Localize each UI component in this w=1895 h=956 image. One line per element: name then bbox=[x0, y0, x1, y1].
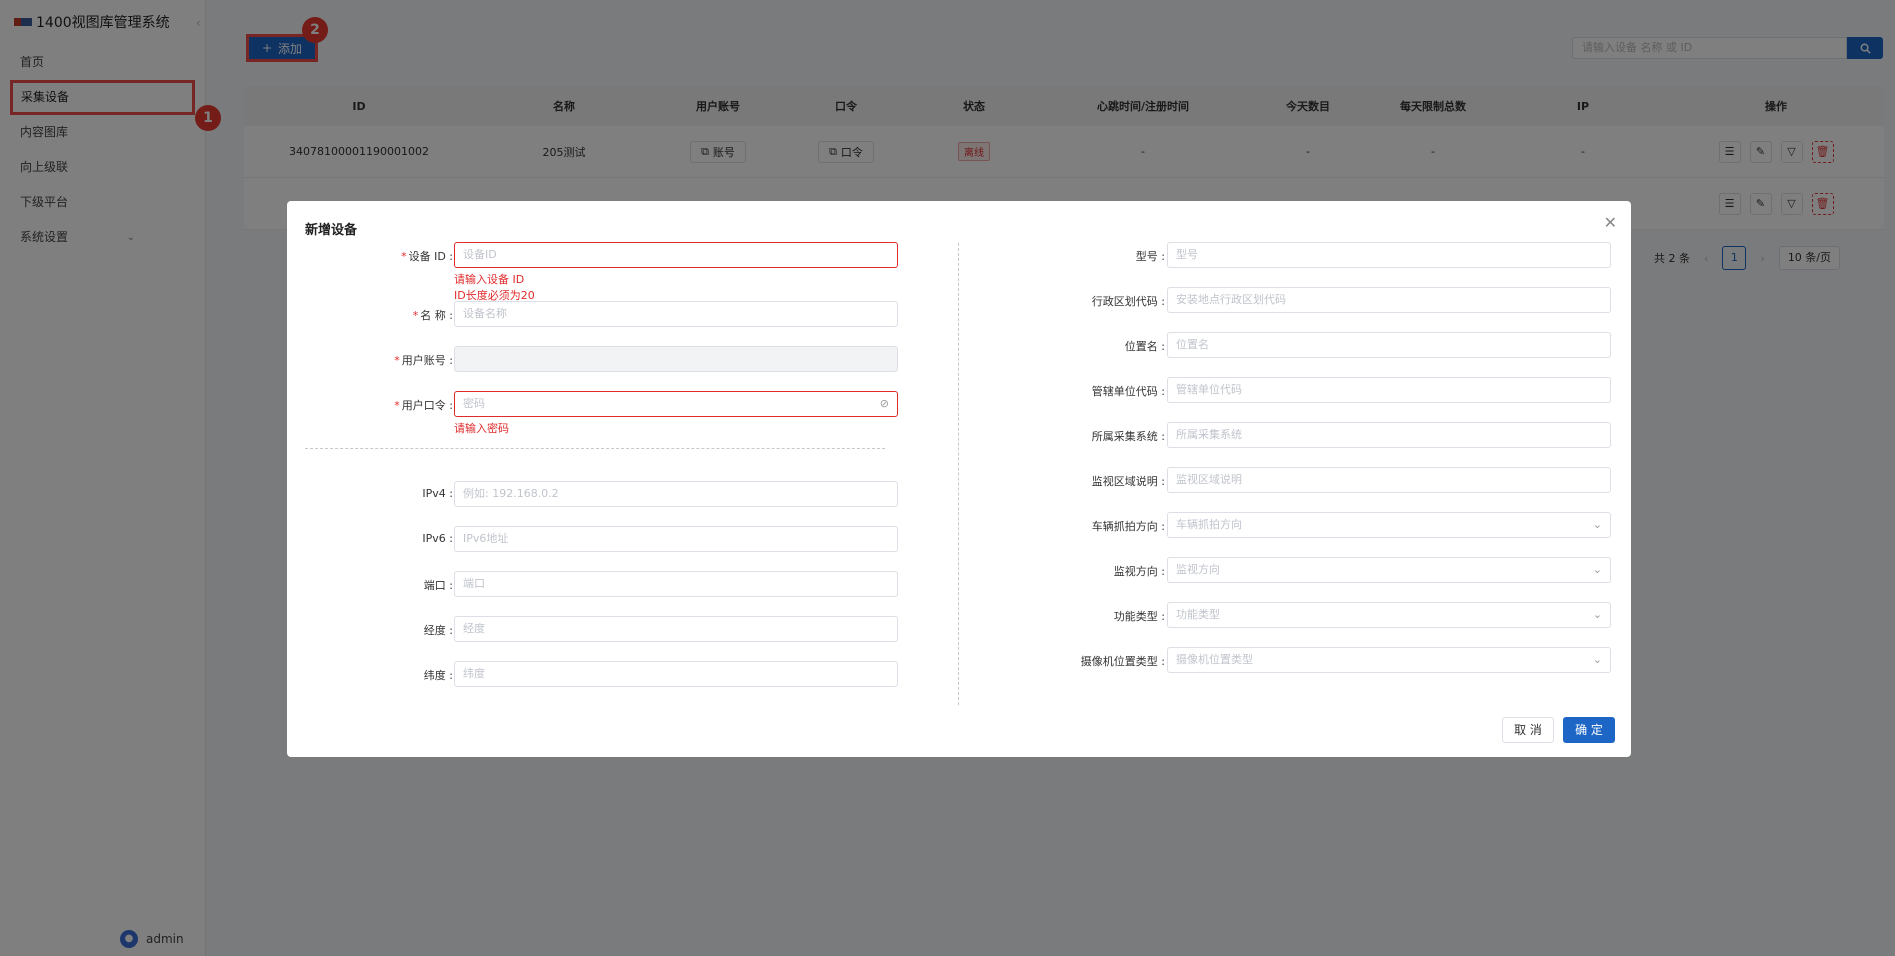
monitor-dir-select[interactable]: 监视方向 ⌄ bbox=[1167, 557, 1611, 583]
system-label: 所属采集系统 : bbox=[1091, 430, 1165, 443]
chevron-down-icon: ⌄ bbox=[1592, 518, 1602, 531]
name-label-text: 名 称 : bbox=[420, 309, 453, 322]
latitude-label: 纬度 : bbox=[423, 669, 453, 682]
position-type-placeholder: 摄像机位置类型 bbox=[1176, 653, 1253, 666]
area-desc-label: 监视区域说明 : bbox=[1091, 475, 1165, 488]
capture-dir-placeholder: 车辆抓拍方向 bbox=[1176, 518, 1242, 531]
port-label: 端口 : bbox=[423, 579, 453, 592]
model-label: 型号 : bbox=[1135, 250, 1165, 263]
longitude-label: 经度 : bbox=[423, 624, 453, 637]
system-input[interactable]: 所属采集系统 bbox=[1167, 422, 1611, 448]
area-desc-input[interactable]: 监视区域说明 bbox=[1167, 467, 1611, 493]
location-input[interactable]: 位置名 bbox=[1167, 332, 1611, 358]
chevron-down-icon: ⌄ bbox=[1592, 653, 1602, 666]
longitude-input[interactable]: 经度 bbox=[454, 616, 898, 642]
device-id-label-text: 设备 ID : bbox=[408, 250, 453, 263]
chevron-down-icon: ⌄ bbox=[1592, 608, 1602, 621]
device-id-error-1: 请输入设备 ID bbox=[454, 273, 525, 286]
model-input[interactable]: 型号 bbox=[1167, 242, 1611, 268]
password-label-text: 用户口令 : bbox=[401, 399, 453, 412]
eye-off-icon[interactable]: ⊘ bbox=[880, 392, 889, 416]
org-code-input[interactable]: 管辖单位代码 bbox=[1167, 377, 1611, 403]
location-label: 位置名 : bbox=[1124, 340, 1165, 353]
device-id-input[interactable]: 设备ID bbox=[454, 242, 898, 268]
ipv6-label: IPv6 : bbox=[422, 532, 453, 545]
confirm-button[interactable]: 确 定 bbox=[1563, 717, 1615, 743]
add-device-dialog: 新增设备 ✕ * 设备 ID : 设备ID 请输入设备 ID ID长度必须为20 … bbox=[287, 201, 1631, 757]
account-label-text: 用户账号 : bbox=[401, 354, 453, 367]
password-input[interactable]: 密码 ⊘ bbox=[454, 391, 898, 417]
password-error: 请输入密码 bbox=[454, 422, 509, 435]
account-input bbox=[454, 346, 898, 372]
device-id-label: * 设备 ID : bbox=[401, 250, 453, 263]
position-type-label: 摄像机位置类型 : bbox=[1080, 655, 1165, 668]
org-code-label: 管辖单位代码 : bbox=[1091, 385, 1165, 398]
func-type-select[interactable]: 功能类型 ⌄ bbox=[1167, 602, 1611, 628]
ipv4-input[interactable]: 例如: 192.168.0.2 bbox=[454, 481, 898, 507]
monitor-dir-label: 监视方向 : bbox=[1113, 565, 1165, 578]
region-code-input[interactable]: 安装地点行政区划代码 bbox=[1167, 287, 1611, 313]
cancel-button[interactable]: 取 消 bbox=[1502, 717, 1554, 743]
latitude-input[interactable]: 纬度 bbox=[454, 661, 898, 687]
password-placeholder: 密码 bbox=[463, 397, 485, 410]
ipv6-input[interactable]: IPv6地址 bbox=[454, 526, 898, 552]
ipv4-label: IPv4 : bbox=[422, 487, 453, 500]
position-type-select[interactable]: 摄像机位置类型 ⌄ bbox=[1167, 647, 1611, 673]
func-type-placeholder: 功能类型 bbox=[1176, 608, 1220, 621]
region-code-label: 行政区划代码 : bbox=[1091, 295, 1165, 308]
password-label: * 用户口令 : bbox=[394, 399, 453, 412]
capture-dir-select[interactable]: 车辆抓拍方向 ⌄ bbox=[1167, 512, 1611, 538]
monitor-dir-placeholder: 监视方向 bbox=[1176, 563, 1220, 576]
chevron-down-icon: ⌄ bbox=[1592, 563, 1602, 576]
port-input[interactable]: 端口 bbox=[454, 571, 898, 597]
func-type-label: 功能类型 : bbox=[1113, 610, 1165, 623]
capture-dir-label: 车辆抓拍方向 : bbox=[1091, 520, 1165, 533]
name-input[interactable]: 设备名称 bbox=[454, 301, 898, 327]
close-icon[interactable]: ✕ bbox=[1604, 213, 1617, 232]
section-divider bbox=[305, 448, 885, 449]
account-label: * 用户账号 : bbox=[394, 354, 453, 367]
dialog-title: 新增设备 bbox=[305, 223, 358, 238]
column-divider bbox=[958, 243, 959, 705]
name-label: * 名 称 : bbox=[412, 309, 453, 322]
